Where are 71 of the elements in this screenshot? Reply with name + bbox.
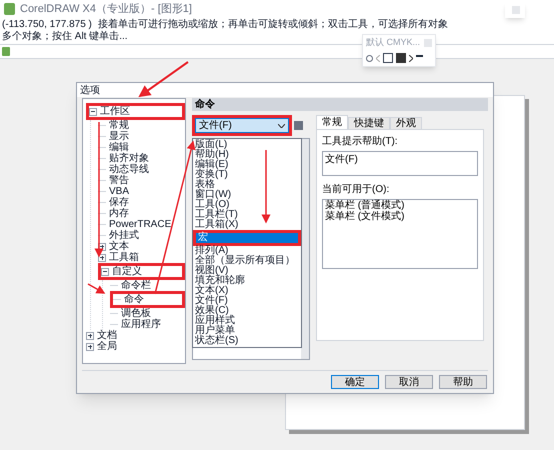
collapse-icon[interactable] [101, 268, 109, 276]
tree-item[interactable]: 文档 [97, 330, 117, 341]
dropdown-option[interactable]: 窗口(W) [193, 190, 301, 200]
tree-item[interactable]: PowerTRACE [109, 219, 172, 230]
tab[interactable]: 快捷键 [348, 117, 390, 129]
tree-item[interactable]: 保存 [109, 197, 129, 208]
tooltip-field[interactable]: 文件(F) [322, 151, 478, 176]
expand-icon[interactable] [86, 342, 94, 350]
list-item[interactable]: 菜单栏 (普通模式) [325, 200, 475, 211]
dialog-title: 选项 [80, 84, 100, 98]
dropdown-option[interactable]: 状态栏(S) [193, 336, 301, 346]
expand-icon[interactable] [86, 332, 94, 340]
dropdown-option[interactable]: 帮助(H) [193, 150, 301, 160]
tree-item[interactable]: 外挂式 [109, 230, 139, 241]
tree-item[interactable]: 动态导线 [109, 164, 149, 175]
dropdown-option[interactable]: 文件(F) [193, 296, 301, 306]
section-title: 命令 [195, 98, 215, 112]
dropdown-option[interactable]: 工具(O) [193, 200, 301, 210]
dropdown-option[interactable]: 宏 [196, 233, 298, 243]
dropdown-option[interactable]: 表格 [193, 180, 301, 190]
annotation-arrow [138, 61, 189, 98]
dropdown-option[interactable]: 变换(T) [193, 170, 301, 180]
palette-name: 默认 CMYK... [366, 36, 420, 50]
tree-item[interactable]: 调色板 [121, 308, 151, 319]
dropdown-option[interactable]: 用户菜单 [193, 326, 301, 336]
tab[interactable]: 常规 [316, 115, 348, 129]
color-swatch[interactable] [396, 53, 406, 63]
tree-item[interactable]: 显示 [109, 131, 129, 142]
annotation-arrow [88, 283, 106, 294]
cursor-coordinates: (-113.750, 177.875 ) [2, 19, 92, 30]
dropdown-option[interactable]: 全部（显示所有项目） [193, 256, 301, 266]
caret-icon [278, 124, 285, 128]
play-icon[interactable] [366, 54, 373, 62]
tree-item[interactable]: 编辑 [109, 142, 129, 153]
dropdown-option[interactable]: 排列(A) [193, 246, 301, 256]
tree-item[interactable]: 内存 [109, 208, 129, 219]
dialog-button[interactable]: 帮助 [439, 375, 487, 389]
tree-item[interactable]: 应用程序 [121, 319, 161, 330]
dropdown-option[interactable]: 版面(L) [193, 140, 301, 150]
dropdown-option[interactable]: 工具箱(X) [193, 220, 301, 230]
tree-item[interactable]: VBA [109, 186, 130, 197]
field-label: 工具提示帮助(T): [322, 134, 399, 149]
tree-item[interactable]: 工作区 [100, 106, 130, 117]
collapse-icon[interactable] [89, 108, 97, 116]
dialog-button[interactable]: 确定 [331, 375, 379, 389]
status-hint: 多个对象；按住 Alt 键单击... [2, 31, 128, 43]
tree-item[interactable]: 全局 [97, 341, 117, 352]
field-label: 当前可用于(O): [322, 182, 390, 197]
dropdown-option[interactable]: 文本(X) [193, 286, 301, 296]
tree-item[interactable]: 警告 [109, 175, 129, 186]
app-logo-icon [4, 3, 15, 15]
dropdown-option[interactable]: 编辑(E) [193, 160, 301, 170]
category-dropdown[interactable]: 文件(F) [195, 118, 289, 133]
tree-item[interactable]: 贴齐对象 [109, 153, 149, 164]
status-hint: 接着单击可进行拖动或缩放；再单击可旋转或倾斜；双击工具，可选择所有对象 [98, 19, 448, 30]
dropdown-option[interactable]: 视图(V) [193, 266, 301, 276]
list-item[interactable]: 菜单栏 (文件模式) [325, 211, 475, 222]
dropdown-option[interactable]: 效果(C) [193, 306, 301, 316]
tab[interactable]: 外观 [390, 117, 422, 129]
tree-item[interactable]: 命令 [124, 294, 144, 305]
tree-item[interactable]: 文本 [109, 241, 129, 252]
no-color-swatch[interactable] [383, 53, 393, 63]
dropdown-option[interactable]: 工具栏(T) [193, 210, 301, 220]
tree-item[interactable]: 命令栏 [121, 280, 151, 291]
window-title: CorelDRAW X4（专业版）- [图形1] [20, 2, 192, 17]
tree-item[interactable]: 工具箱 [109, 252, 139, 263]
tree-item[interactable]: 常规 [109, 120, 129, 131]
dropdown-option[interactable]: 填充和轮廓 [193, 276, 301, 286]
dropdown-option[interactable]: 应用样式 [193, 316, 301, 326]
dialog-button[interactable]: 取消 [385, 375, 433, 389]
tree-item[interactable]: 自定义 [112, 266, 142, 277]
